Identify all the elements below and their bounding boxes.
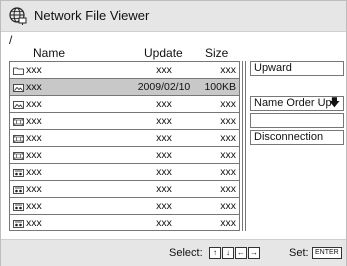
file-name: xxx <box>26 217 42 229</box>
down-arrow-key-icon: ↓ <box>222 247 234 259</box>
set-label: Set: <box>289 247 309 259</box>
file-row[interactable]: xxx xxx xxx <box>9 180 240 197</box>
disconnection-button[interactable]: Disconnection <box>250 130 344 145</box>
file-update: xxx <box>156 98 172 110</box>
file-update: xxx <box>156 132 172 144</box>
file-name: xxx <box>26 81 42 93</box>
file-row[interactable]: xxx xxx xxx <box>9 61 240 78</box>
column-header-name[interactable]: Name <box>33 46 65 60</box>
select-label: Select: <box>169 247 203 259</box>
file-row[interactable]: xxx 2009/02/10 100KB <box>9 78 240 95</box>
file-row[interactable]: xxx xxx xxx <box>9 214 240 231</box>
file-name: xxx <box>26 183 42 195</box>
image-icon <box>13 100 24 109</box>
audio-icon <box>13 185 24 194</box>
upward-button-label: Upward <box>254 62 292 74</box>
file-size: xxx <box>220 132 236 144</box>
bottom-bar: Select: ↑ ↓ ← → Set: ENTER <box>1 239 346 266</box>
file-size: 100KB <box>204 81 236 93</box>
left-arrow-key-icon: ← <box>235 247 247 259</box>
current-path: / <box>9 33 13 47</box>
audio-icon <box>13 202 24 211</box>
arrow-keys-legend: ↑ ↓ ← → <box>209 247 261 259</box>
audio-icon <box>13 219 24 228</box>
right-arrow-key-icon: → <box>248 247 260 259</box>
file-update: xxx <box>156 64 172 76</box>
audio-icon <box>13 168 24 177</box>
file-size: xxx <box>220 166 236 178</box>
file-update: xxx <box>156 183 172 195</box>
file-size: xxx <box>220 64 236 76</box>
sort-order-button[interactable]: Name Order Up 🡇 <box>250 96 344 111</box>
file-update: xxx <box>156 217 172 229</box>
video-icon <box>13 151 24 160</box>
file-name: xxx <box>26 64 42 76</box>
network-globe-icon <box>8 6 28 26</box>
file-list-scrollbar[interactable] <box>242 61 246 231</box>
enter-key-icon: ENTER <box>312 247 342 259</box>
file-row[interactable]: xxx xxx xxx <box>9 146 240 163</box>
file-size: xxx <box>220 217 236 229</box>
window-title: Network File Viewer <box>34 8 150 23</box>
upward-button[interactable]: Upward <box>250 61 344 76</box>
file-name: xxx <box>26 200 42 212</box>
file-update: xxx <box>156 166 172 178</box>
network-file-viewer-window: Network File Viewer / Name Update Size x… <box>0 0 347 266</box>
file-update: xxx <box>156 200 172 212</box>
file-size: xxx <box>220 98 236 110</box>
file-name: xxx <box>26 149 42 161</box>
file-list: xxx xxx xxx xxx 2009/02/10 100KB xxx xxx xxx xxx x… <box>9 61 240 231</box>
up-arrow-key-icon: ↑ <box>209 247 221 259</box>
sort-order-label: Name Order Up <box>254 97 332 109</box>
file-name: xxx <box>26 115 42 127</box>
file-size: xxx <box>220 200 236 212</box>
file-row[interactable]: xxx xxx xxx <box>9 197 240 214</box>
column-header-update[interactable]: Update <box>144 46 183 60</box>
column-header-size[interactable]: Size <box>205 46 228 60</box>
file-update: xxx <box>156 115 172 127</box>
file-row[interactable]: xxx xxx xxx <box>9 163 240 180</box>
file-name: xxx <box>26 132 42 144</box>
file-row[interactable]: xxx xxx xxx <box>9 129 240 146</box>
folder-icon <box>13 66 24 75</box>
file-update: xxx <box>156 149 172 161</box>
file-name: xxx <box>26 98 42 110</box>
file-row[interactable]: xxx xxx xxx <box>9 112 240 129</box>
file-name: xxx <box>26 166 42 178</box>
file-size: xxx <box>220 115 236 127</box>
empty-side-button[interactable] <box>250 113 344 128</box>
file-row[interactable]: xxx xxx xxx <box>9 95 240 112</box>
video-icon <box>13 117 24 126</box>
file-size: xxx <box>220 149 236 161</box>
image-icon <box>13 83 24 92</box>
title-bar: Network File Viewer <box>1 1 346 32</box>
sort-down-arrow-icon: 🡇 <box>328 97 340 109</box>
disconnection-button-label: Disconnection <box>254 131 324 143</box>
file-update: 2009/02/10 <box>137 81 191 93</box>
video-icon <box>13 134 24 143</box>
file-size: xxx <box>220 183 236 195</box>
